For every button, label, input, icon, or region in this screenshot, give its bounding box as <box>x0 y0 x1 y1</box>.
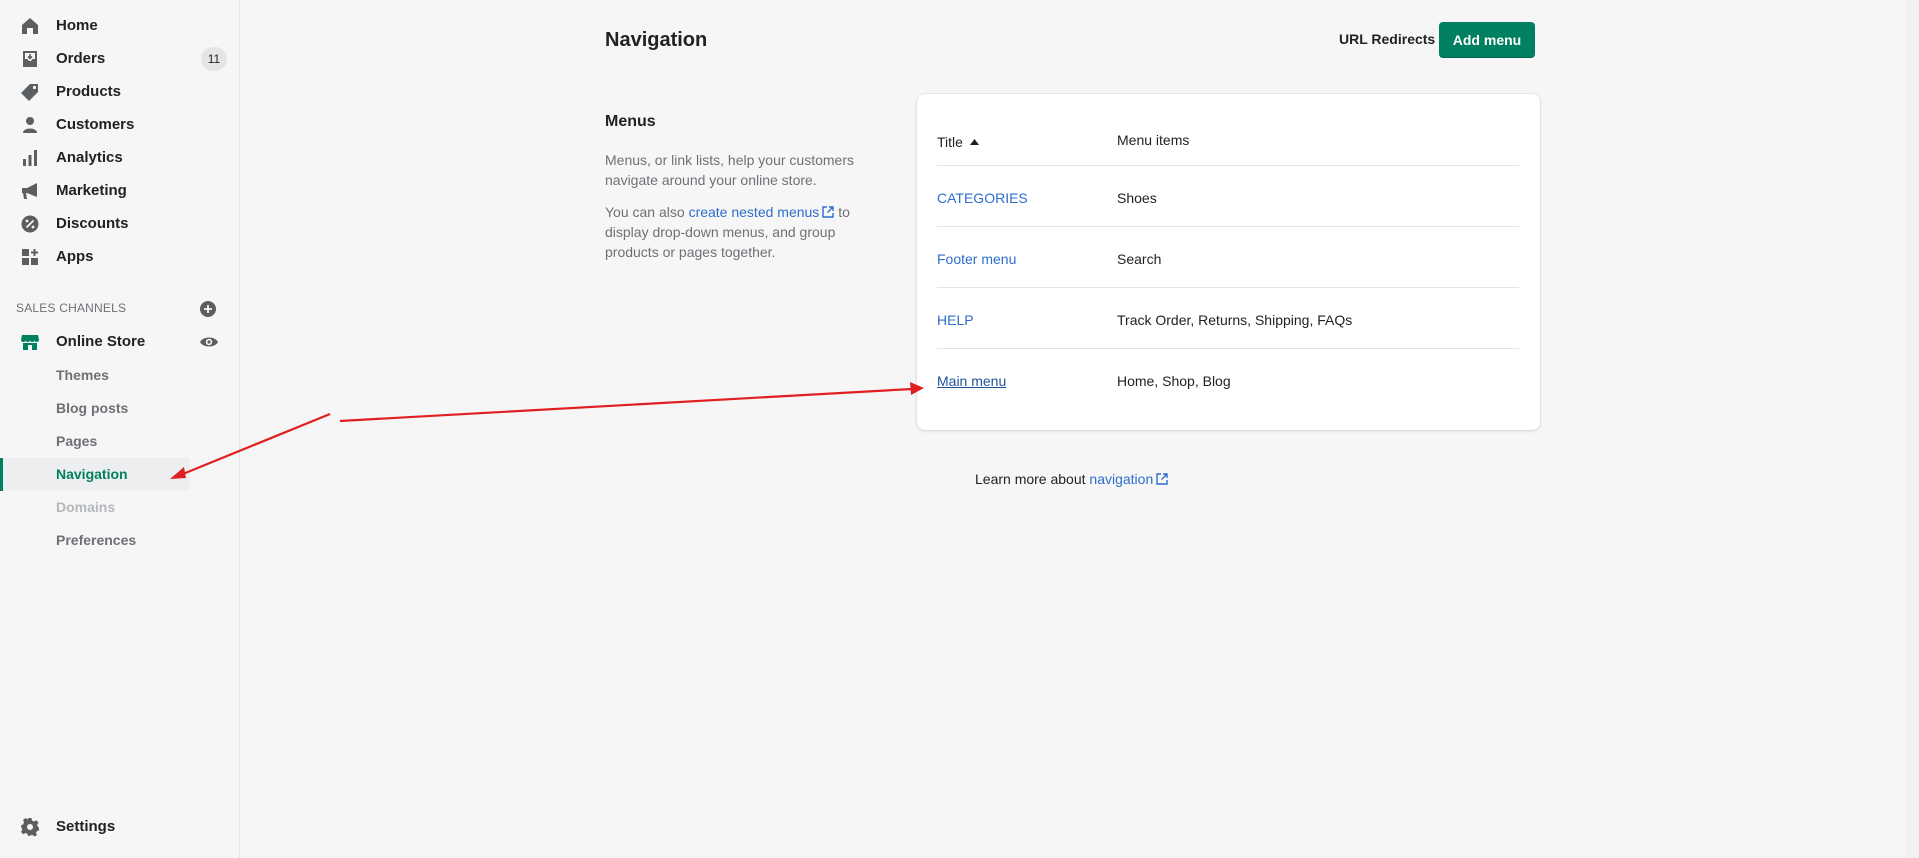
sales-channels-heading: SALES CHANNELS <box>16 301 127 315</box>
learn-more-prefix: Learn more about <box>975 471 1090 487</box>
menu-title-link[interactable]: HELP <box>937 312 974 328</box>
external-link-icon <box>1156 472 1168 485</box>
url-redirects-button[interactable]: URL Redirects <box>1339 31 1435 47</box>
sidebar-subitem-themes[interactable]: Themes <box>56 367 109 383</box>
row-divider <box>937 287 1519 288</box>
add-sales-channel-icon[interactable] <box>199 300 217 318</box>
menu-title-link[interactable]: CATEGORIES <box>937 190 1028 206</box>
orders-icon <box>20 49 40 69</box>
sidebar-item-label: Analytics <box>56 149 123 166</box>
sidebar-item-label: Online Store <box>56 333 146 350</box>
learn-more-text: Learn more about navigation <box>975 471 1168 487</box>
sidebar-item-home[interactable]: Home <box>0 9 240 42</box>
arrow-to-main-menu <box>339 387 913 423</box>
menu-title-link[interactable]: Footer menu <box>937 251 1016 267</box>
add-menu-button[interactable]: Add menu <box>1439 22 1535 58</box>
menus-heading: Menus <box>605 113 656 130</box>
column-header-title-label: Title <box>937 134 963 150</box>
active-item-indicator <box>0 458 3 491</box>
sidebar-item-label: Customers <box>56 116 135 133</box>
sidebar-item-settings[interactable]: Settings <box>0 810 240 843</box>
sidebar-item-analytics[interactable]: Analytics <box>0 141 240 174</box>
sidebar-item-label: Orders <box>56 50 106 67</box>
navigation-help-label: navigation <box>1089 471 1154 487</box>
sort-ascending-icon <box>969 132 979 148</box>
create-nested-menus-link[interactable]: create nested menus <box>689 204 835 220</box>
sidebar-subitem-domains[interactable]: Domains <box>56 499 115 515</box>
menu-title-link[interactable]: Main menu <box>937 373 1006 389</box>
row-divider <box>937 165 1519 166</box>
navigation-help-link[interactable]: navigation <box>1089 471 1168 487</box>
sidebar-subitem-pages[interactable]: Pages <box>56 433 97 449</box>
create-nested-menus-label: create nested menus <box>688 204 820 220</box>
sidebar-item-customers[interactable]: Customers <box>0 108 240 141</box>
sidebar-subitem-preferences[interactable]: Preferences <box>56 532 136 548</box>
megaphone-icon <box>20 181 40 201</box>
sidebar-item-label: Marketing <box>56 182 127 199</box>
sidebar-item-discounts[interactable]: Discounts <box>0 207 240 240</box>
menu-items-cell: Search <box>1117 251 1162 267</box>
menu-items-cell: Track Order, Returns, Shipping, FAQs <box>1117 312 1353 328</box>
row-divider <box>937 226 1519 227</box>
sidebar-item-label: Discounts <box>56 215 129 232</box>
menu-items-cell: Home, Shop, Blog <box>1117 373 1231 389</box>
column-header-title[interactable]: Title <box>937 132 979 150</box>
sidebar-subitem-navigation[interactable]: Navigation <box>56 466 128 482</box>
sidebar-item-apps[interactable]: Apps <box>0 240 240 273</box>
sidebar-item-products[interactable]: Products <box>0 75 240 108</box>
sidebar: Home Orders 11 Products Customers Analyt… <box>0 0 240 858</box>
apps-icon <box>20 247 40 267</box>
store-icon <box>20 332 40 352</box>
column-header-menu-items: Menu items <box>1117 132 1190 148</box>
orders-count-badge: 11 <box>201 46 227 71</box>
gear-icon <box>20 817 40 837</box>
sidebar-item-marketing[interactable]: Marketing <box>0 174 240 207</box>
page-title: Navigation <box>605 29 708 51</box>
sidebar-item-orders[interactable]: Orders 11 <box>0 42 240 75</box>
person-icon <box>20 115 40 135</box>
nested-menus-prefix: You can also <box>605 204 689 220</box>
scrollbar-track[interactable] <box>1905 0 1919 858</box>
menu-items-cell: Shoes <box>1117 190 1157 206</box>
bar-chart-icon <box>20 148 40 168</box>
eye-icon[interactable] <box>199 332 219 352</box>
row-divider <box>937 348 1519 349</box>
sidebar-subitem-blog-posts[interactable]: Blog posts <box>56 400 128 416</box>
discount-icon <box>20 214 40 234</box>
external-link-icon <box>822 203 835 218</box>
nested-menus-description: You can also create nested menus to disp… <box>605 202 865 262</box>
menus-table-card: Title Menu items CATEGORIES Shoes Footer… <box>917 94 1540 430</box>
sidebar-item-label: Home <box>56 17 98 34</box>
sidebar-item-label: Apps <box>56 248 94 265</box>
sidebar-item-label: Products <box>56 83 122 100</box>
tag-icon <box>20 82 40 102</box>
sidebar-item-label: Settings <box>56 818 116 835</box>
home-icon <box>20 16 40 36</box>
menus-description: Menus, or link lists, help your customer… <box>605 152 854 188</box>
